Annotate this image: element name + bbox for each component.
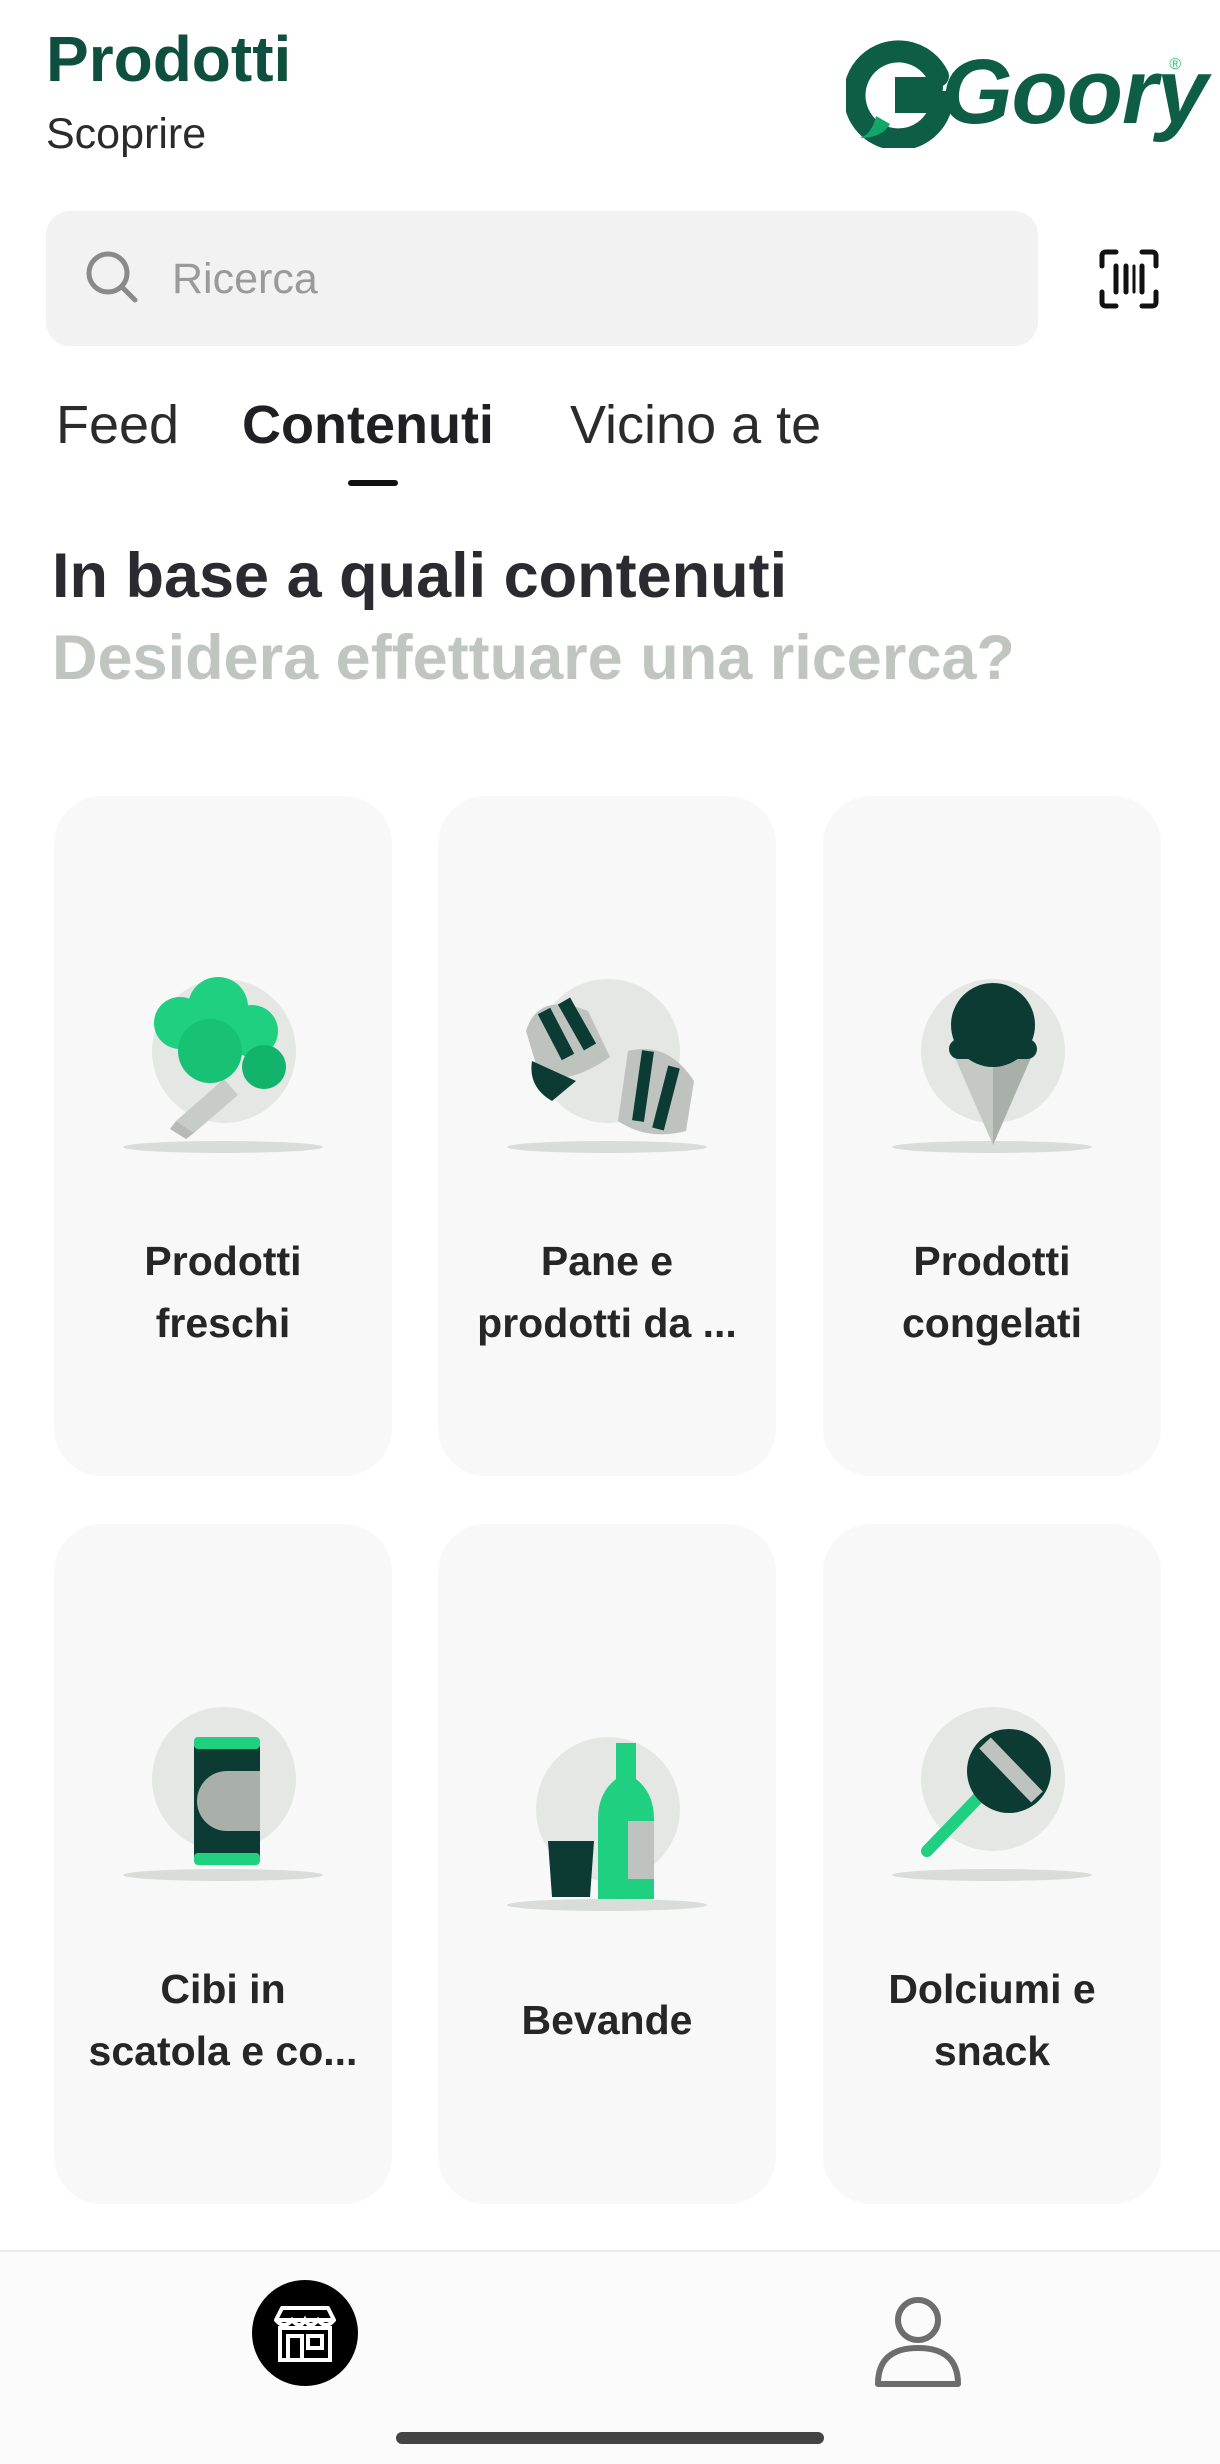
lollipop-icon bbox=[892, 1707, 1092, 1881]
category-label: freschi bbox=[155, 1300, 291, 1346]
category-label: Pane e bbox=[540, 1238, 674, 1284]
croissant-icon bbox=[507, 979, 707, 1153]
category-label: Prodotti bbox=[144, 1238, 302, 1284]
category-card-bevande[interactable]: Bevande bbox=[438, 1524, 776, 2204]
search-input[interactable] bbox=[170, 211, 994, 348]
page-title: Prodotti bbox=[46, 23, 292, 95]
tab-vicino-a-te[interactable]: Vicino a te bbox=[570, 394, 821, 456]
section-heading: In base a quali contenuti bbox=[52, 541, 788, 611]
barcode-scan-icon[interactable] bbox=[1098, 248, 1160, 310]
logo-mark-icon bbox=[846, 40, 955, 148]
search-bar[interactable] bbox=[46, 211, 1038, 348]
store-icon bbox=[274, 2306, 336, 2362]
tab-feed[interactable]: Feed bbox=[56, 394, 179, 456]
search-icon bbox=[86, 251, 138, 303]
broccoli-icon bbox=[123, 977, 323, 1153]
category-label: scatola e co... bbox=[88, 2028, 358, 2074]
category-label: prodotti da ... bbox=[477, 1300, 737, 1346]
can-icon bbox=[123, 1707, 323, 1881]
page-subtitle: Scoprire bbox=[46, 110, 207, 158]
home-indicator bbox=[396, 2432, 824, 2444]
drinks-icon bbox=[507, 1737, 707, 1911]
category-label: snack bbox=[933, 2028, 1051, 2074]
nav-store-button[interactable] bbox=[252, 2280, 358, 2386]
category-card-prodotti-freschi[interactable]: Prodotti freschi bbox=[54, 796, 392, 1476]
category-label: Bevande bbox=[521, 1997, 693, 2043]
category-card-dolciumi-e-snack[interactable]: Dolciumi e snack bbox=[823, 1524, 1161, 2204]
active-tab-indicator bbox=[348, 480, 398, 486]
user-icon[interactable] bbox=[870, 2292, 966, 2388]
category-label: congelati bbox=[902, 1300, 1082, 1346]
goory-logo: Goory ® bbox=[846, 34, 1208, 149]
category-label: Cibi in bbox=[160, 1966, 286, 2012]
category-label: Dolciumi e bbox=[888, 1966, 1096, 2012]
bottom-nav bbox=[0, 2250, 1220, 2464]
section-subheading: Desidera effettuare una ricerca? bbox=[52, 623, 1015, 693]
category-label: Prodotti bbox=[913, 1238, 1071, 1284]
ice-cream-icon bbox=[892, 979, 1092, 1153]
tab-contenuti[interactable]: Contenuti bbox=[242, 394, 494, 456]
logo-text: Goory bbox=[941, 41, 1208, 143]
category-card-pane[interactable]: Pane e prodotti da ... bbox=[438, 796, 776, 1476]
category-card-prodotti-congelati[interactable]: Prodotti congelati bbox=[823, 796, 1161, 1476]
registered-mark: ® bbox=[1169, 56, 1181, 73]
category-card-cibi-in-scatola[interactable]: Cibi in scatola e co... bbox=[54, 1524, 392, 2204]
